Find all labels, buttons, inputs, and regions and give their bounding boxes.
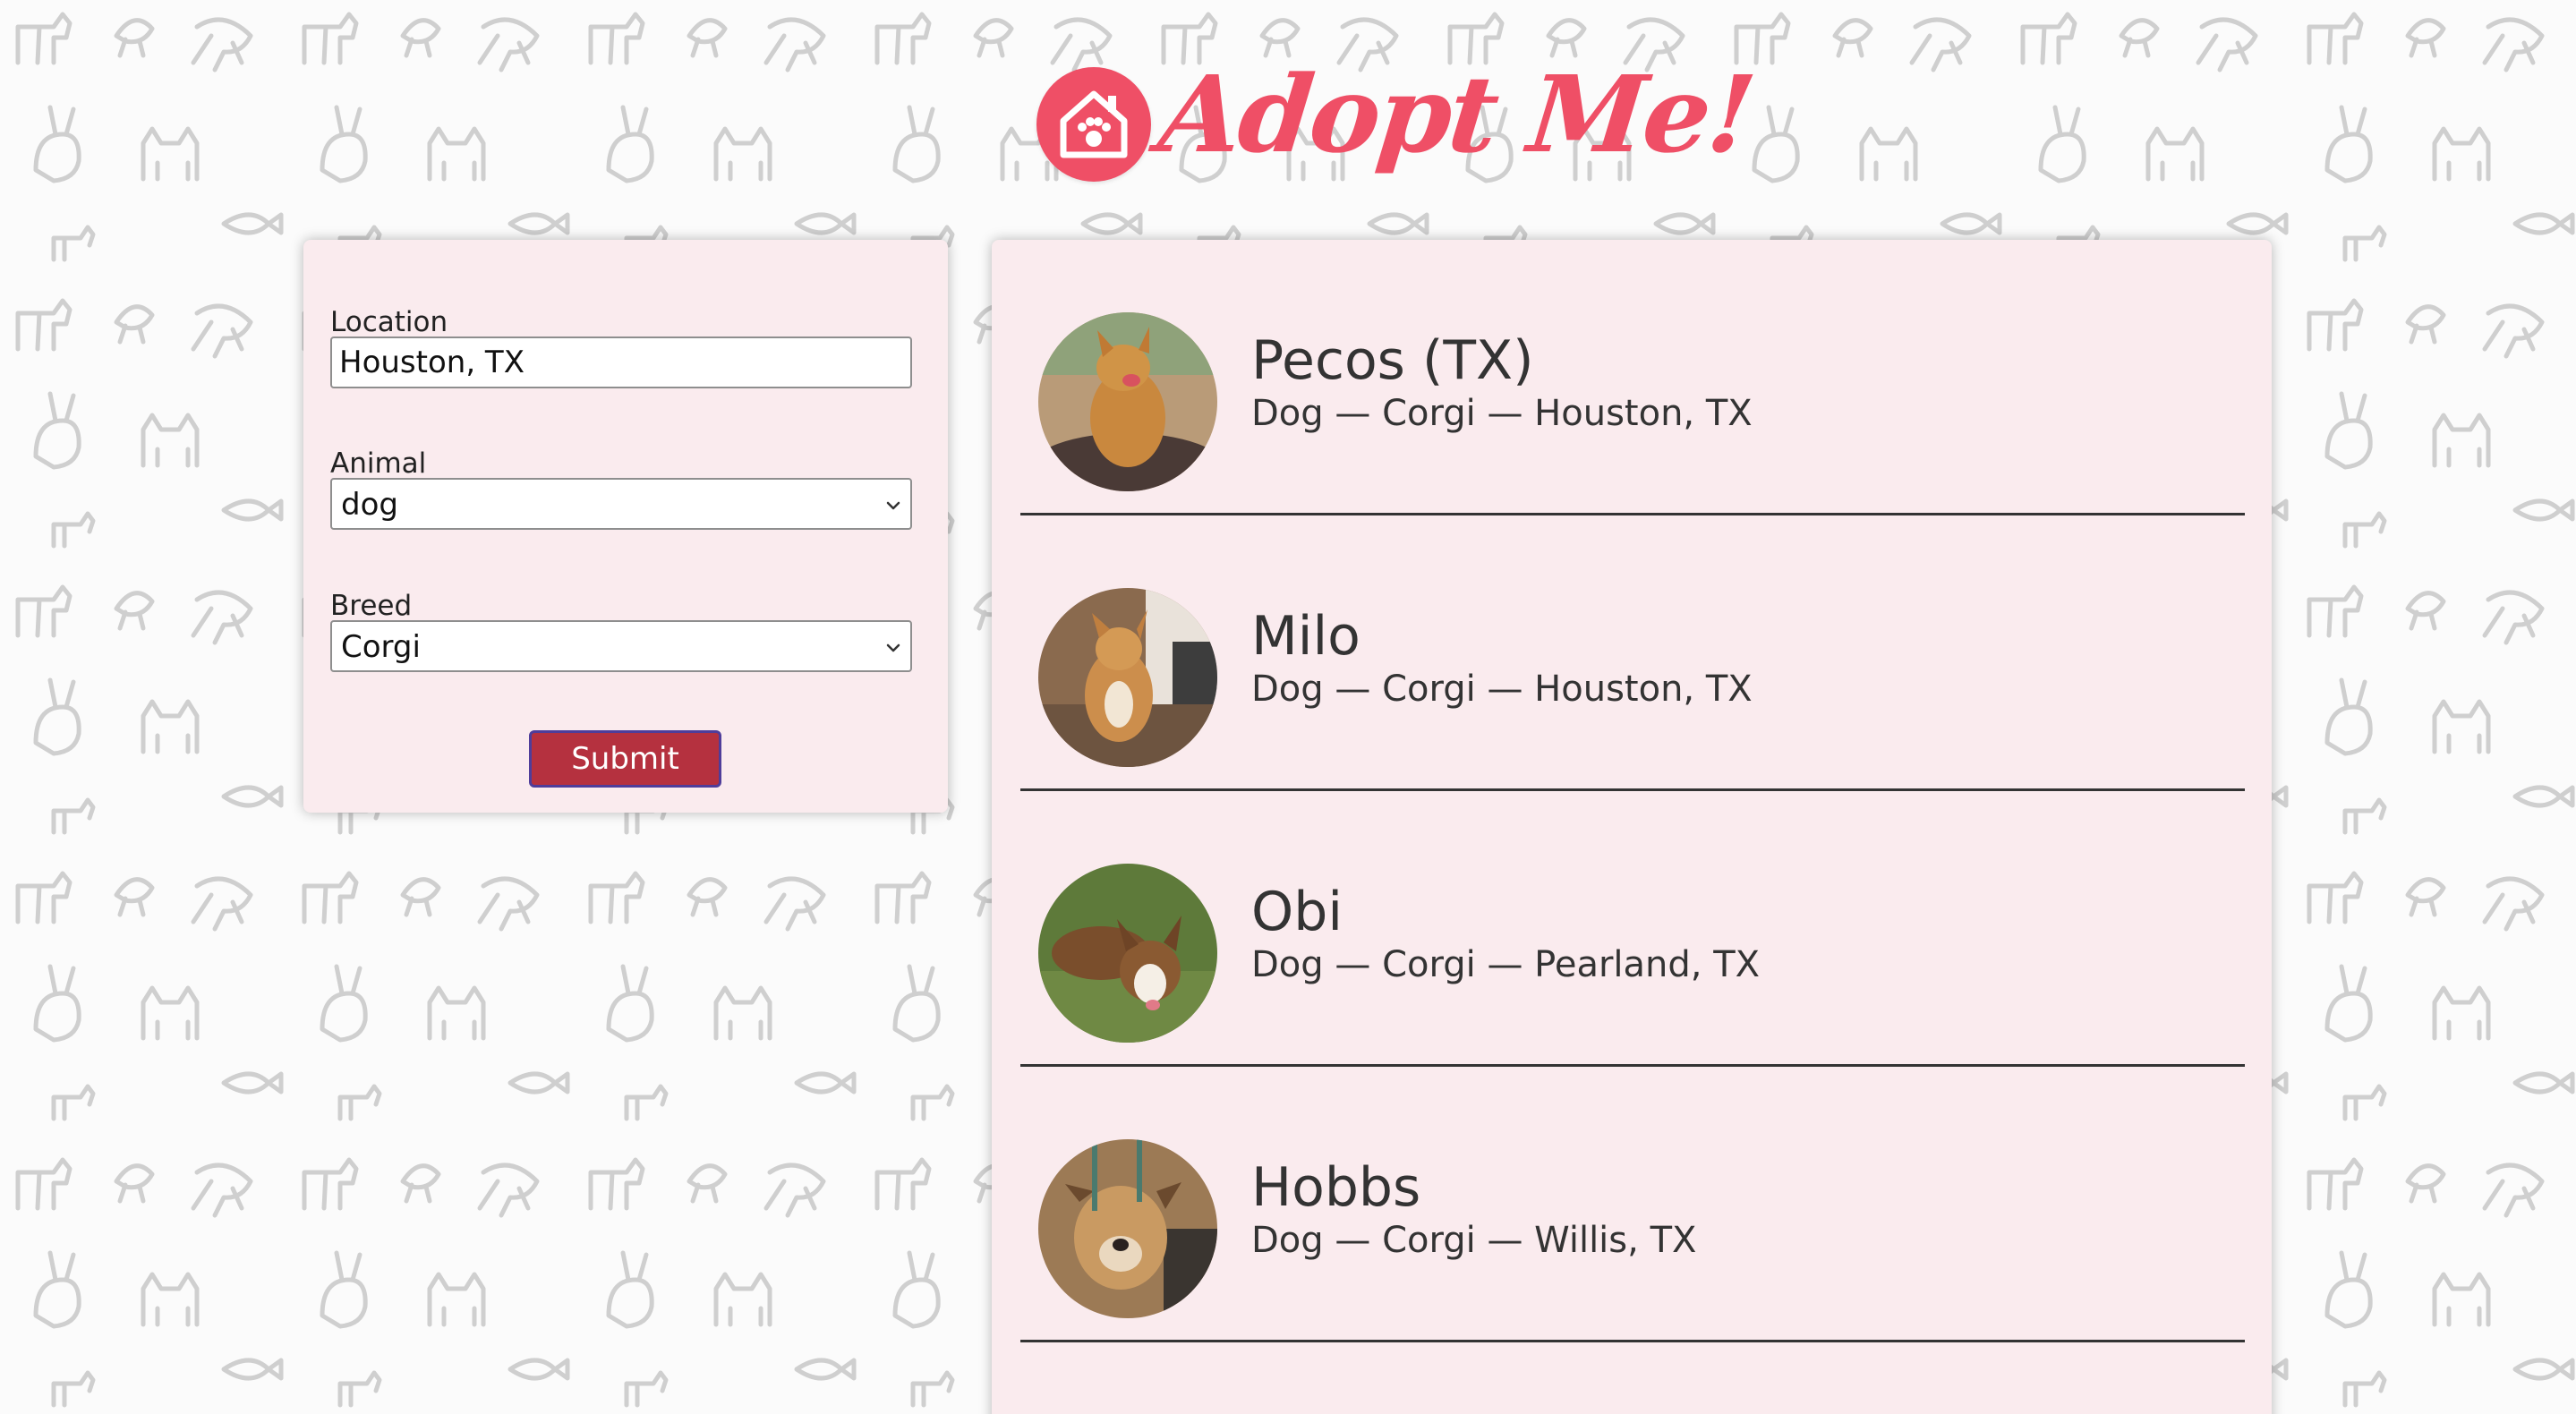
pet-info: Dog — Corgi — Houston, TX	[1251, 393, 1753, 434]
pet-result-milo[interactable]: Milo Dog — Corgi — Houston, TX	[1020, 515, 2245, 791]
pet-result-pecos[interactable]: Pecos (TX) Dog — Corgi — Houston, TX	[1020, 240, 2245, 515]
breed-select[interactable]: Corgi	[330, 620, 912, 672]
pet-name: Obi	[1251, 881, 1343, 943]
pet-photo[interactable]	[1038, 312, 1217, 491]
house-paw-icon[interactable]	[1036, 67, 1151, 182]
pet-info: Dog — Corgi — Houston, TX	[1251, 669, 1753, 710]
search-form: Location Animal dog Breed Corgi Submit	[303, 240, 948, 813]
location-input[interactable]	[330, 336, 912, 388]
pet-photo[interactable]	[1038, 588, 1217, 767]
pet-info: Dog — Corgi — Willis, TX	[1251, 1220, 1697, 1261]
animal-label: Animal	[330, 447, 427, 480]
submit-button[interactable]: Submit	[529, 730, 721, 788]
pet-result-hobbs[interactable]: Hobbs Dog — Corgi — Willis, TX	[1020, 1067, 2245, 1342]
breed-label: Breed	[330, 590, 413, 622]
results-list: Pecos (TX) Dog — Corgi — Houston, TX Mil…	[992, 240, 2272, 1414]
pet-result-obi[interactable]: Obi Dog — Corgi — Pearland, TX	[1020, 791, 2245, 1067]
pet-name: Milo	[1251, 605, 1361, 668]
pet-photo[interactable]	[1038, 1139, 1217, 1318]
pet-name: Pecos (TX)	[1251, 329, 1534, 392]
chevron-down-icon	[886, 643, 900, 652]
animal-select[interactable]: dog	[330, 478, 912, 530]
chevron-down-icon	[886, 501, 900, 510]
pet-info: Dog — Corgi — Pearland, TX	[1251, 944, 1761, 985]
pet-name: Hobbs	[1251, 1156, 1421, 1219]
site-header: Adopt Me!	[0, 0, 2576, 215]
pet-photo[interactable]	[1038, 864, 1217, 1043]
animal-select-value: dog	[341, 487, 398, 523]
location-label: Location	[330, 306, 448, 338]
breed-select-value: Corgi	[341, 629, 421, 665]
brand-title[interactable]: Adopt Me!	[1154, 52, 1759, 177]
